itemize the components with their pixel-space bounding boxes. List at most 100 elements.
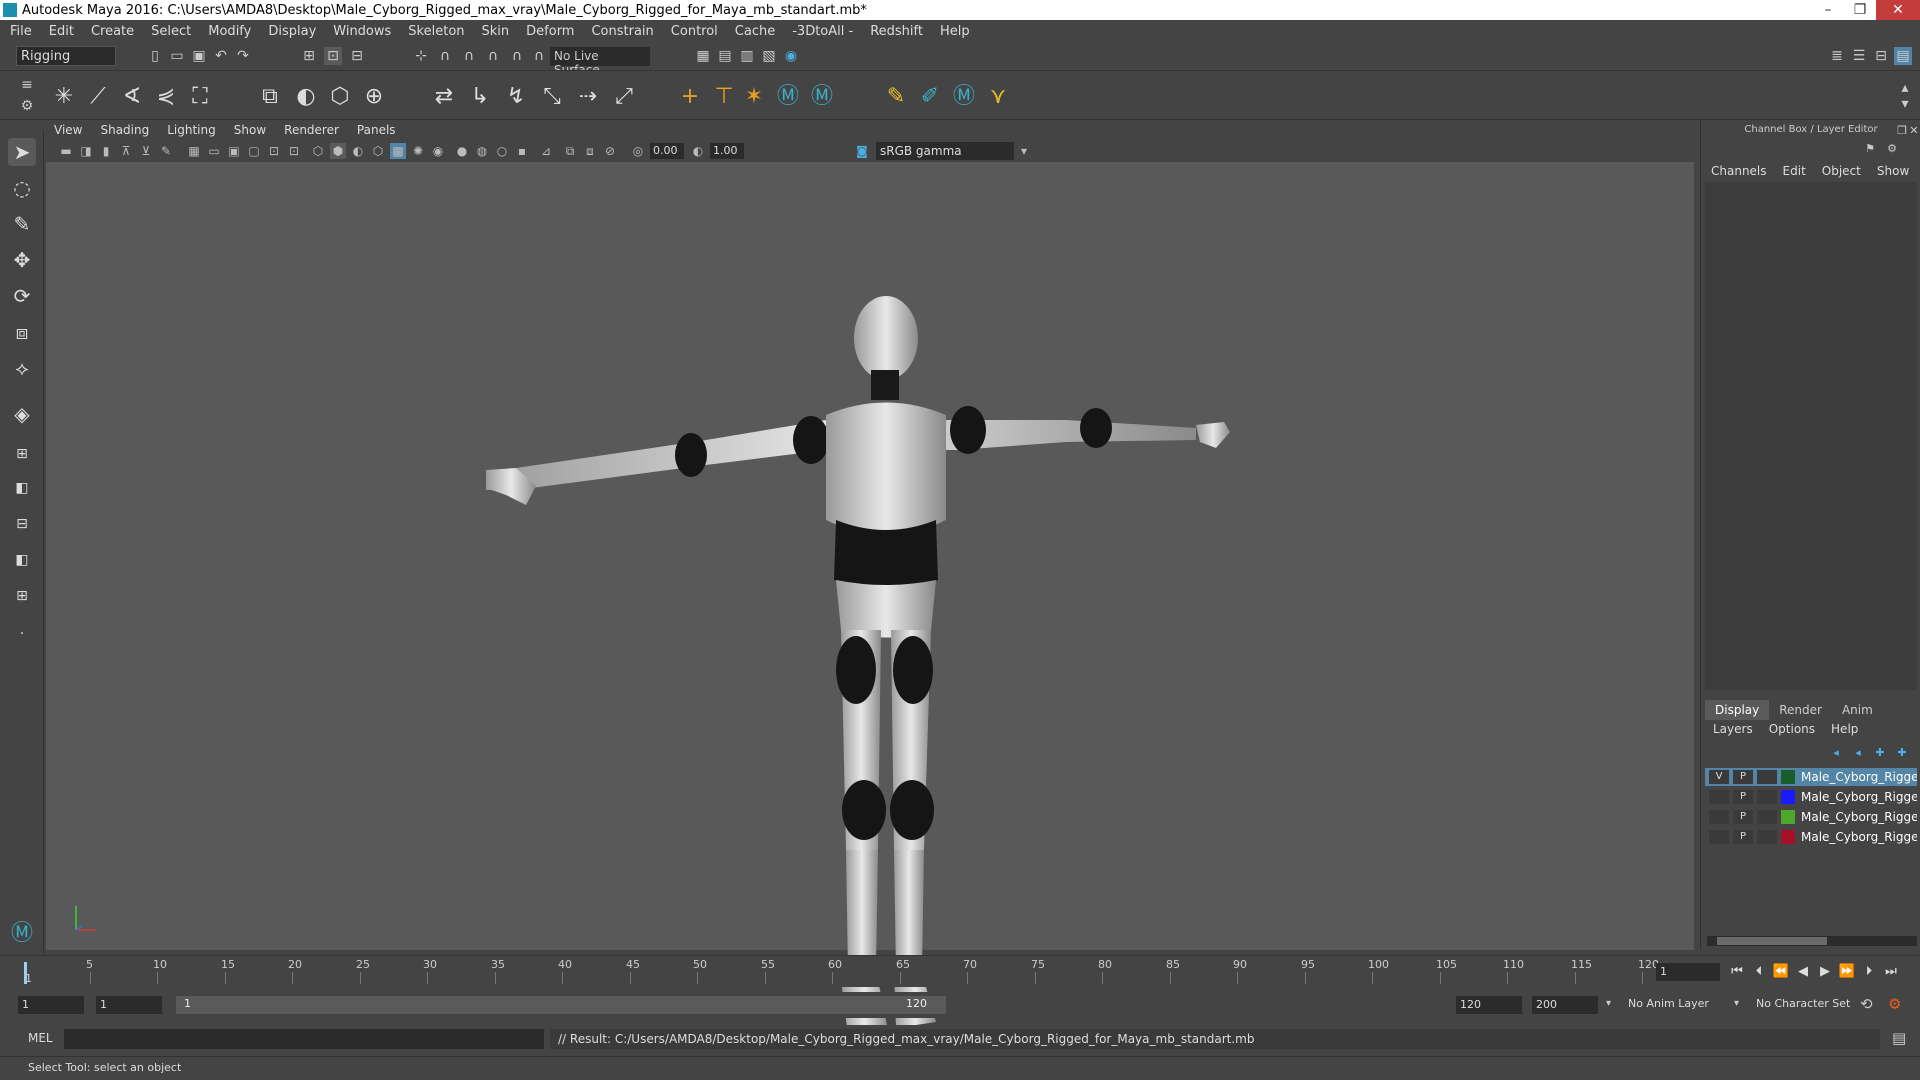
grease-pencil-icon[interactable]: ✎ [158,143,174,159]
step-back-frame-icon[interactable]: ⏴ [1750,963,1768,981]
lasso-tool-icon[interactable]: ◌ [8,174,36,202]
shelf-menu-icon[interactable]: ≡ [18,76,36,94]
layer-scrollbar-thumb[interactable] [1717,937,1827,945]
menu-create[interactable]: Create [91,24,134,39]
textured-icon[interactable]: ▩ [390,143,406,159]
last-tool-icon[interactable]: ⟡ [8,354,36,382]
field-chart-icon[interactable]: ⊡ [266,143,282,159]
layer-row[interactable]: P Male_Cyborg_Rigged_ [1705,808,1917,826]
step-forward-frame-icon[interactable]: ⏵ [1860,963,1878,981]
layer-type-toggle[interactable] [1757,770,1777,784]
parent-constraint-icon[interactable]: ⇄ [430,83,458,111]
new-scene-icon[interactable]: ▯ [146,47,164,65]
hypershade-icon[interactable]: ◉ [782,47,800,65]
current-frame-field[interactable]: 1 [1656,963,1720,981]
render-frame-icon[interactable]: ▤ [716,47,734,65]
grid-icon[interactable]: ▦ [186,143,202,159]
soft-select-icon[interactable]: ◈ [8,400,36,428]
snap-curve-icon[interactable]: ∩ [436,47,454,65]
layer-type-toggle[interactable] [1757,790,1777,804]
xray-components-icon[interactable]: ⊘ [602,143,618,159]
menu-deform[interactable]: Deform [526,24,574,39]
play-backward-icon[interactable]: ◀ [1794,963,1812,981]
menu-display[interactable]: Display [268,24,316,39]
safe-action-icon[interactable]: ⊡ [286,143,302,159]
view-transform-dropdown[interactable]: sRGB gamma [876,142,1014,160]
view-transform-arrow-icon[interactable]: ▾ [1016,143,1032,159]
tab-render[interactable]: Render [1769,700,1832,720]
point-constraint-icon[interactable]: ↳ [466,83,494,111]
live-surface-field[interactable]: No Live Surface [550,47,650,77]
auto-key-icon[interactable]: ⟲ [1860,995,1873,1013]
cluster-icon[interactable]: ⊕ [360,83,388,111]
undo-icon[interactable]: ↶ [212,47,230,65]
layer-playback-toggle[interactable]: P [1733,790,1753,804]
anim-layer-arrow-icon[interactable]: ▾ [1734,998,1739,1009]
viewport-menu-lighting[interactable]: Lighting [167,123,216,137]
rotate-tool-icon[interactable]: ⟳ [8,282,36,310]
close-button[interactable]: ✕ [1876,0,1920,20]
color-management-icon[interactable]: ◙ [854,143,870,159]
viewport-menu-shading[interactable]: Shading [100,123,149,137]
layer-menu-help[interactable]: Help [1831,722,1858,736]
gate-mask-icon[interactable]: ▢ [246,143,262,159]
layer-color-swatch[interactable] [1781,810,1795,824]
snap-surface-icon[interactable]: ∩ [508,47,526,65]
layer-row[interactable]: P Male_Cyborg_Rigged_ [1705,828,1917,846]
menu-cache[interactable]: Cache [735,24,775,39]
isolate-select-icon[interactable]: ⊿ [538,143,554,159]
render-settings-icon[interactable]: ▧ [760,47,778,65]
multisample-icon[interactable]: ○ [494,143,510,159]
layout-stacked-icon[interactable]: ⊟ [8,510,36,538]
animation-prefs-icon[interactable]: ⚙ [1888,995,1901,1013]
snap-view-icon[interactable]: ∩ [484,47,502,65]
script-language-toggle[interactable]: MEL [28,1031,53,1045]
new-empty-layer-icon[interactable]: ✚ [1871,744,1889,762]
select-object-icon[interactable]: ⊡ [324,47,342,65]
animation-end-field[interactable]: 200 [1532,996,1598,1014]
tab-anim[interactable]: Anim [1832,700,1883,720]
range-dropdown-icon[interactable]: ▾ [1606,998,1611,1009]
attribute-editor-icon[interactable]: ≣ [1828,47,1846,65]
layer-visibility-toggle[interactable]: V [1709,770,1729,784]
layer-row[interactable]: V P Male_Cyborg_Rigged [1705,768,1917,786]
shelf-scroll-down-icon[interactable]: ▾ [1896,95,1914,113]
layout-graph-icon[interactable]: ⊞ [8,582,36,610]
step-forward-key-icon[interactable]: ⏩ [1838,963,1856,981]
depth-of-field-icon[interactable]: ▪ [514,143,530,159]
use-all-lights-icon[interactable]: ✺ [410,143,426,159]
menu-skeleton[interactable]: Skeleton [408,24,464,39]
skeleton-icon[interactable]: ✶ [740,83,768,111]
layer-type-toggle[interactable] [1757,830,1777,844]
ik-fk-icon[interactable]: ⋎ [984,83,1012,111]
snap-live-icon[interactable]: ∩ [530,47,548,65]
menu-set-dropdown[interactable]: Rigging [16,46,116,66]
orient-constraint-icon[interactable]: ↯ [502,83,530,111]
step-back-key-icon[interactable]: ⏪ [1772,963,1790,981]
layer-playback-toggle[interactable]: P [1733,770,1753,784]
shadows-icon[interactable]: ◉ [430,143,446,159]
scale-constraint-icon[interactable]: ⤡ [538,83,566,111]
character-set-dropdown[interactable]: No Character Set [1756,997,1850,1010]
film-gate-icon[interactable]: ▭ [206,143,222,159]
gamma-field[interactable]: 1.00 [710,143,744,159]
channel-box-toggle-icon[interactable]: ▤ [1894,47,1912,65]
menu-windows[interactable]: Windows [333,24,391,39]
exposure-field[interactable]: 0.00 [650,143,684,159]
tab-display[interactable]: Display [1705,700,1770,720]
layout-four-view-icon[interactable]: ⊞ [8,440,36,468]
save-scene-icon[interactable]: ▣ [190,47,208,65]
camera-attributes-icon[interactable]: ◨ [78,143,94,159]
maximize-button[interactable]: ❐ [1844,0,1876,20]
snap-grid-icon[interactable]: ⊹ [412,47,430,65]
screen-space-ao-icon[interactable]: ● [454,143,470,159]
paint-weights-icon[interactable]: ✎ [882,83,910,111]
layer-type-toggle[interactable] [1757,810,1777,824]
menu-control[interactable]: Control [671,24,718,39]
insert-joint-icon[interactable]: ⋞ [152,83,180,111]
new-layer-selected-icon[interactable]: ✚ [1893,744,1911,762]
menu-modify[interactable]: Modify [208,24,251,39]
xray-joints-icon[interactable]: ⧈ [582,143,598,159]
layer-color-swatch[interactable] [1781,790,1795,804]
menu-file[interactable]: File [10,24,32,39]
